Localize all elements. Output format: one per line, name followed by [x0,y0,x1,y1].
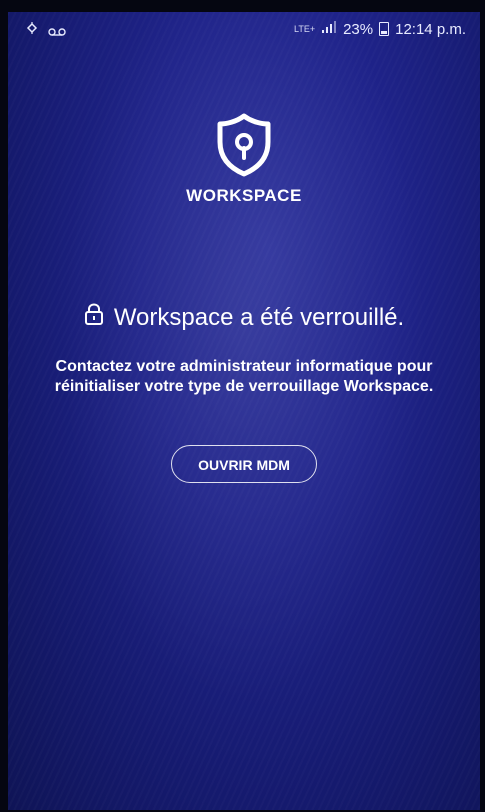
status-right: LTE+ 23% 12:14 p.m. [294,20,466,38]
open-mdm-button[interactable]: OUVRIR MDM [171,445,317,483]
lte-icon: LTE+ [293,23,316,34]
battery-percent: 23% [343,20,374,38]
battery-icon [379,22,390,36]
phone-frame: LTE+ 23% 12:14 p.m. WORKSPACE Workspace … [0,0,485,812]
locked-heading: Workspace a été verrouillé. [8,303,480,332]
workspace-shield-icon [214,112,274,178]
screen: LTE+ 23% 12:14 p.m. WORKSPACE Workspace … [8,12,480,810]
workspace-content: WORKSPACE Workspace a été verrouillé. Co… [8,112,480,483]
signal-icon [321,20,337,38]
status-bar: LTE+ 23% 12:14 p.m. [8,12,480,46]
location-sync-icon [24,22,40,42]
locked-heading-text: Workspace a été verrouillé. [113,303,405,331]
padlock-icon [84,303,104,332]
voicemail-icon [48,24,66,41]
lock-description: Contactez votre administrateur informati… [54,358,434,395]
status-left [24,22,66,42]
clock: 12:14 p.m. [395,20,466,38]
brand-title: WORKSPACE [186,186,302,205]
